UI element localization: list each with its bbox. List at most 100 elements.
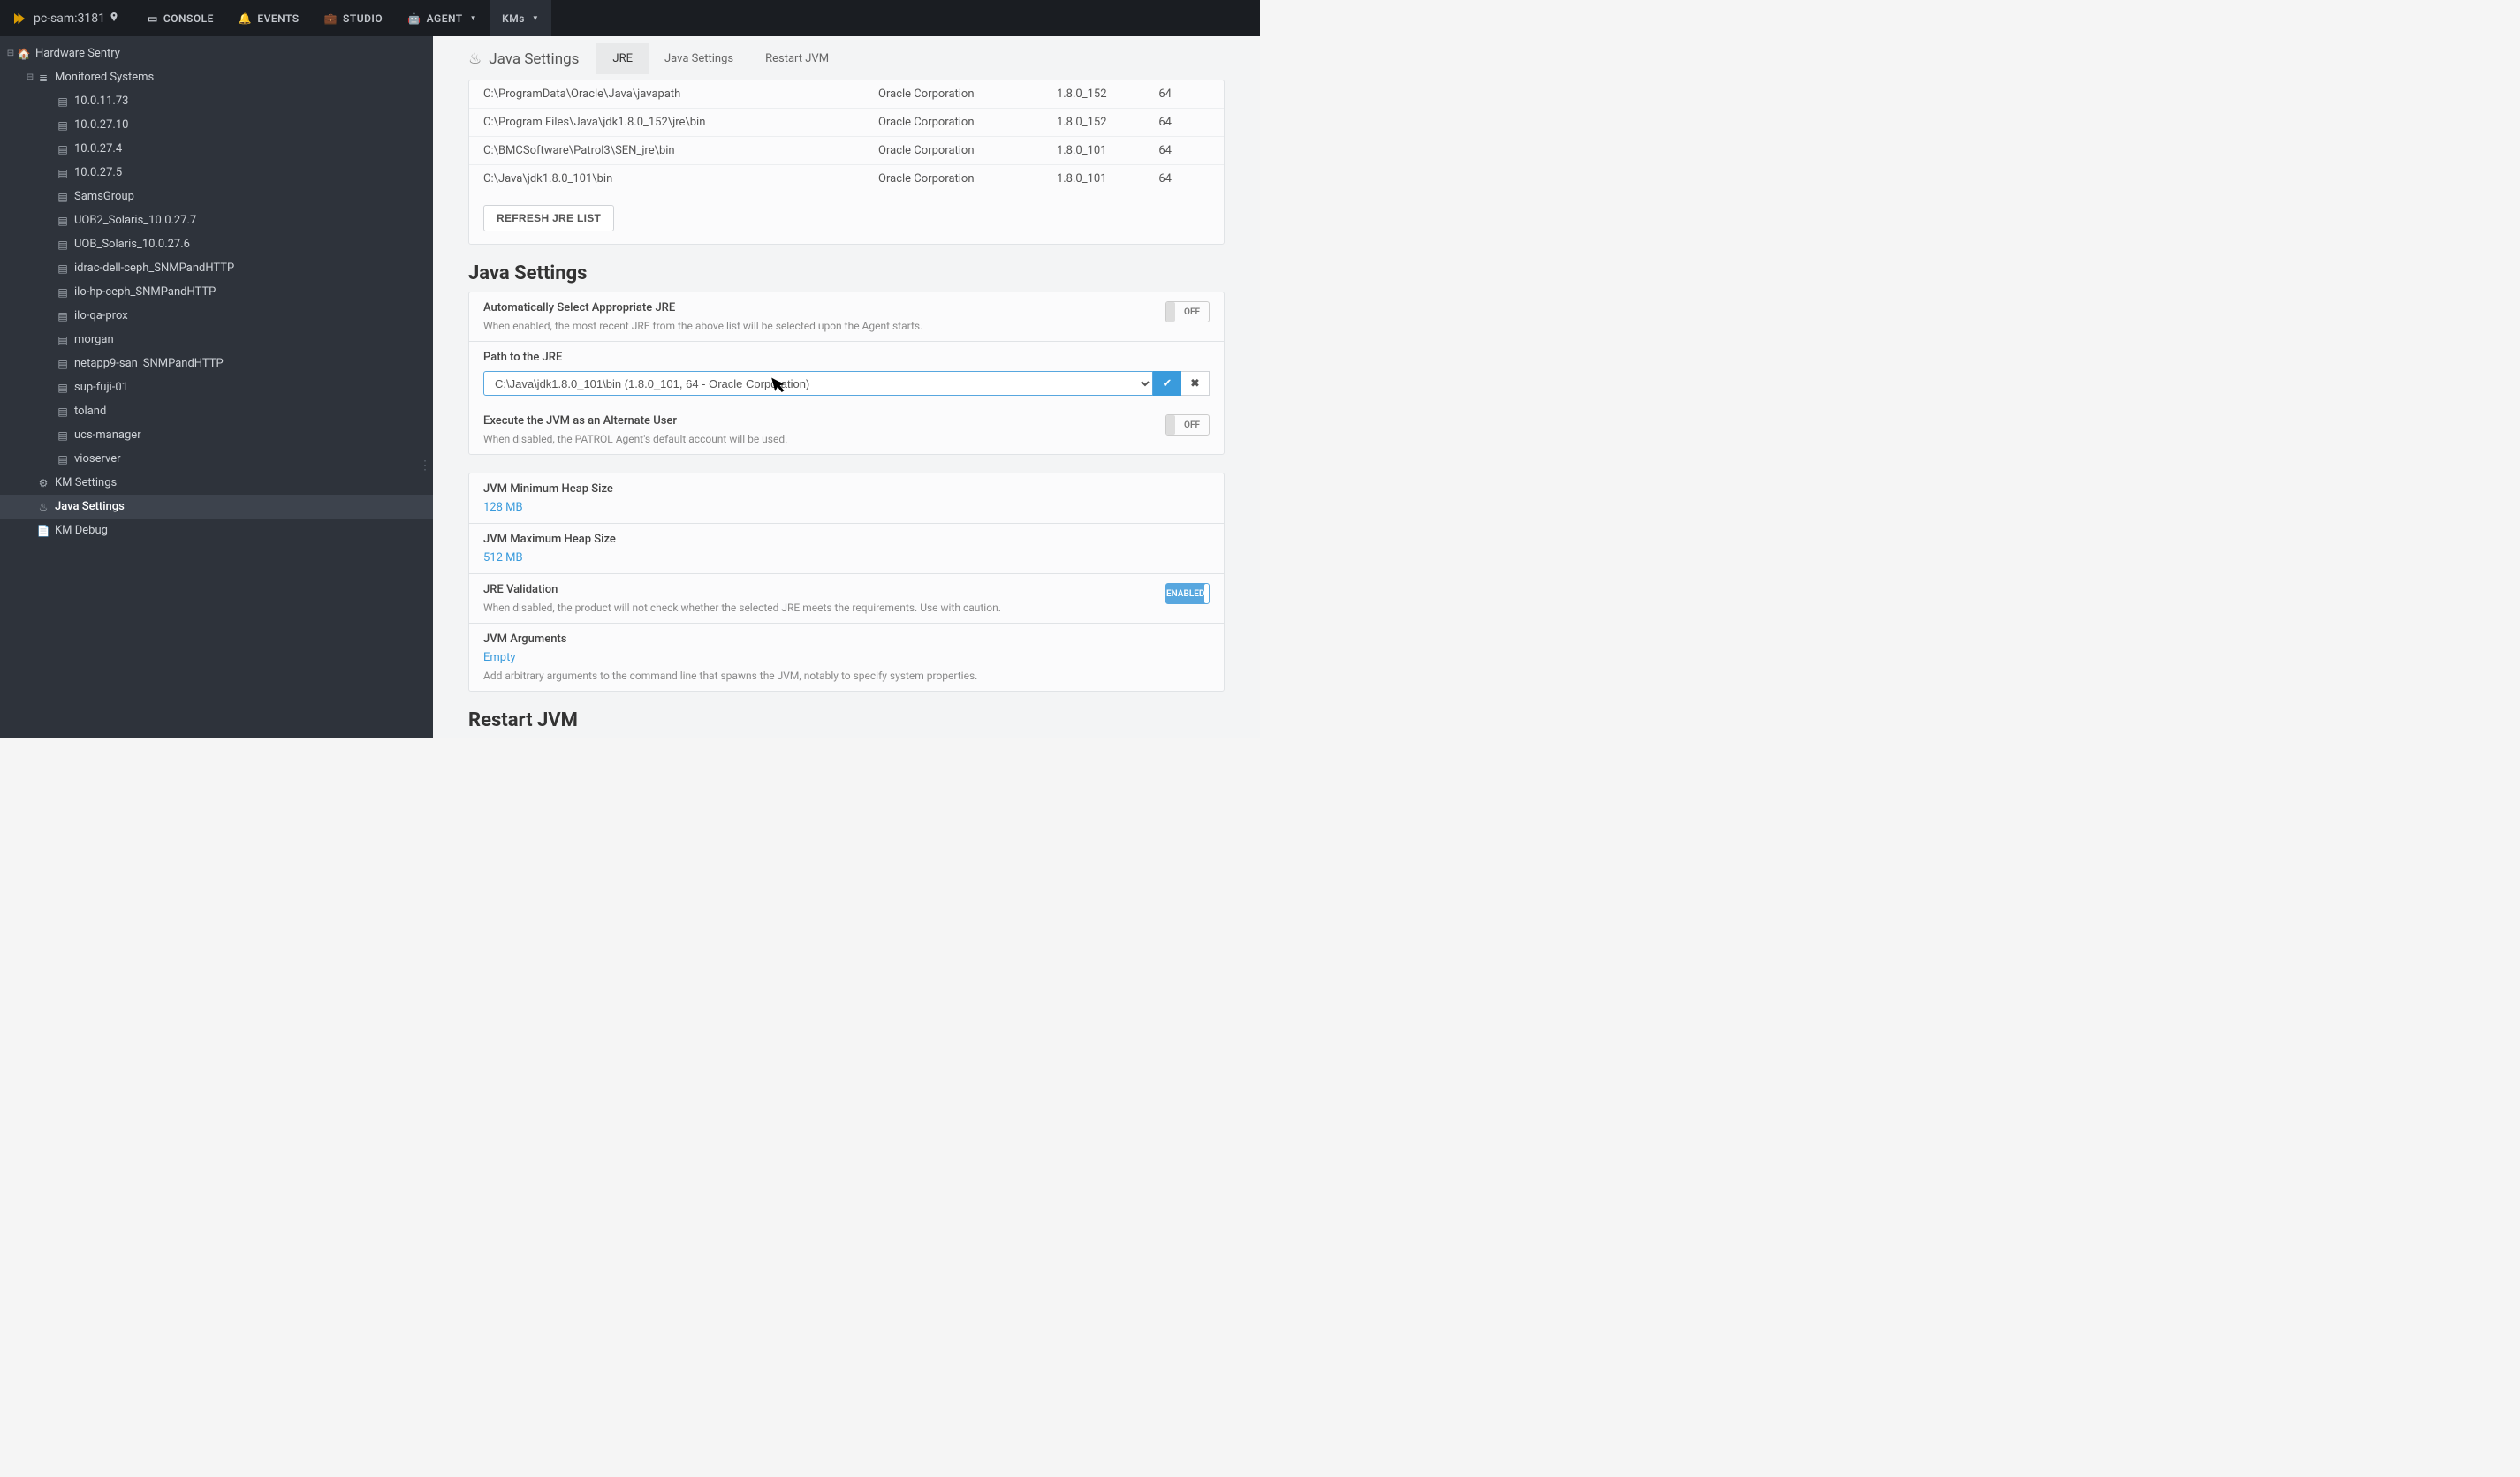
tree-system-item[interactable]: ▤morgan [0, 328, 433, 352]
tree-label: morgan [71, 333, 114, 346]
toggle-knob [1204, 584, 1209, 603]
tree-label: netapp9-san_SNMPandHTTP [71, 357, 224, 370]
setting-help: Add arbitrary arguments to the command l… [483, 670, 1210, 682]
server-icon: ▤ [55, 358, 71, 370]
chevron-down-icon: ▼ [470, 14, 477, 22]
setting-value[interactable]: 128 MB [483, 501, 1210, 514]
table-row[interactable]: C:\Program Files\Java\jdk1.8.0_152\jre\b… [469, 109, 1224, 137]
close-icon: ✖ [1190, 377, 1200, 390]
tree-label: 10.0.27.5 [71, 166, 122, 179]
toggle-knob [1166, 415, 1175, 435]
home-icon: 🏠 [16, 48, 32, 60]
tree-km-settings[interactable]: ⚙ KM Settings [0, 471, 433, 495]
setting-help: When disabled, the PATROL Agent's defaul… [483, 433, 1210, 445]
java-icon: ♨ [35, 501, 51, 513]
tree-system-item[interactable]: ▤ilo-hp-ceph_SNMPandHTTP [0, 280, 433, 304]
toggle-auto-select[interactable]: OFF [1165, 301, 1210, 322]
tree-system-item[interactable]: ▤sup-fuji-01 [0, 375, 433, 399]
tree-label: UOB2_Solaris_10.0.27.7 [71, 214, 196, 227]
main-content: ♨ Java Settings JRE Java Settings Restar… [433, 36, 1260, 738]
bell-icon: 🔔 [239, 12, 252, 25]
jre-path-select[interactable]: C:\Java\jdk1.8.0_101\bin (1.8.0_101, 64 … [483, 371, 1153, 396]
tree-system-item[interactable]: ▤10.0.27.10 [0, 113, 433, 137]
cell-vendor: Oracle Corporation [878, 116, 1057, 129]
cell-vendor: Oracle Corporation [878, 87, 1057, 101]
setting-jre-path: Path to the JRE C:\Java\jdk1.8.0_101\bin… [468, 341, 1225, 405]
cell-vendor: Oracle Corporation [878, 172, 1057, 186]
subtab-restart[interactable]: Restart JVM [749, 43, 845, 74]
setting-jvm-args: JVM Arguments Empty Add arbitrary argume… [468, 623, 1225, 692]
topbar: pc-sam:3181 ▭ CONSOLE 🔔 EVENTS 💼 STUDIO … [0, 0, 1260, 36]
setting-value[interactable]: 512 MB [483, 551, 1210, 564]
subtab-javasettings[interactable]: Java Settings [649, 43, 749, 74]
table-row[interactable]: C:\BMCSoftware\Patrol3\SEN_jre\binOracle… [469, 137, 1224, 165]
subtabs: ♨ Java Settings JRE Java Settings Restar… [468, 36, 1225, 74]
setting-auto-select: Automatically Select Appropriate JRE Whe… [468, 292, 1225, 341]
jre-list-card: C:\ProgramData\Oracle\Java\javapathOracl… [468, 80, 1225, 245]
chevron-down-icon: ▼ [532, 14, 539, 22]
tree-system-item[interactable]: ▤UOB_Solaris_10.0.27.6 [0, 232, 433, 256]
nav-console[interactable]: ▭ CONSOLE [135, 0, 226, 36]
tree-system-item[interactable]: ▤10.0.11.73 [0, 89, 433, 113]
page-title: ♨ Java Settings [468, 50, 579, 68]
server-icon: ▤ [55, 334, 71, 346]
gear-icon: ⚙ [35, 477, 51, 489]
host-label: pc-sam:3181 [34, 11, 119, 27]
setting-value[interactable]: Empty [483, 651, 1210, 664]
tree-system-item[interactable]: ▤netapp9-san_SNMPandHTTP [0, 352, 433, 375]
resize-handle-icon[interactable]: ⋮ [419, 464, 431, 467]
subtab-jre[interactable]: JRE [596, 43, 649, 74]
collapse-icon[interactable]: ⊟ [25, 72, 35, 82]
toggle-jre-validation[interactable]: ENABLED [1165, 583, 1210, 604]
refresh-jre-button[interactable]: REFRESH JRE LIST [483, 205, 614, 231]
tree-system-item[interactable]: ▤10.0.27.5 [0, 161, 433, 185]
cell-arch: 64 [1158, 172, 1210, 186]
check-icon: ✔ [1163, 377, 1173, 390]
tree-system-item[interactable]: ▤UOB2_Solaris_10.0.27.7 [0, 208, 433, 232]
table-row[interactable]: C:\ProgramData\Oracle\Java\javapathOracl… [469, 80, 1224, 109]
nav-kms[interactable]: KMs ▼ [490, 0, 551, 36]
tree-system-item[interactable]: ▤ilo-qa-prox [0, 304, 433, 328]
tree-root[interactable]: ⊟ 🏠 Hardware Sentry [0, 42, 433, 65]
console-icon: ▭ [148, 12, 158, 25]
table-row[interactable]: C:\Java\jdk1.8.0_101\binOracle Corporati… [469, 165, 1224, 193]
cell-arch: 64 [1158, 144, 1210, 157]
tree-label: 10.0.27.4 [71, 142, 122, 155]
tree-label: SamsGroup [71, 190, 134, 203]
tree-system-item[interactable]: ▤10.0.27.4 [0, 137, 433, 161]
confirm-button[interactable]: ✔ [1153, 371, 1181, 396]
setting-title: JRE Validation [483, 583, 1210, 596]
tree-system-item[interactable]: ▤SamsGroup [0, 185, 433, 208]
tree-system-item[interactable]: ▤idrac-dell-ceph_SNMPandHTTP [0, 256, 433, 280]
collapse-icon[interactable]: ⊟ [5, 49, 16, 58]
server-icon: ▤ [55, 262, 71, 275]
nav-studio[interactable]: 💼 STUDIO [312, 0, 396, 36]
tree-label: ilo-qa-prox [71, 309, 128, 322]
toggle-alt-user[interactable]: OFF [1165, 414, 1210, 436]
tree-system-item[interactable]: ▤ucs-manager [0, 423, 433, 447]
cell-path: C:\Program Files\Java\jdk1.8.0_152\jre\b… [483, 116, 878, 129]
tree-label: 10.0.11.73 [71, 95, 128, 108]
cell-path: C:\Java\jdk1.8.0_101\bin [483, 172, 878, 186]
cell-version: 1.8.0_101 [1057, 144, 1158, 157]
server-icon: ▤ [55, 239, 71, 251]
tree-system-item[interactable]: ▤vioserver [0, 447, 433, 471]
setting-max-heap: JVM Maximum Heap Size 512 MB [468, 523, 1225, 573]
tree-java-settings[interactable]: ♨ Java Settings [0, 495, 433, 519]
setting-help: When disabled, the product will not chec… [483, 602, 1210, 614]
setting-alt-user: Execute the JVM as an Alternate User Whe… [468, 405, 1225, 455]
tree-label: ucs-manager [71, 428, 141, 442]
setting-title: JVM Minimum Heap Size [483, 482, 1210, 496]
server-icon: ▤ [55, 405, 71, 418]
cancel-button[interactable]: ✖ [1181, 371, 1210, 396]
tree-label: toland [71, 405, 106, 418]
cell-version: 1.8.0_152 [1057, 87, 1158, 101]
sidebar: ⊟ 🏠 Hardware Sentry ⊟ ≣ Monitored System… [0, 36, 433, 738]
tree-monitored[interactable]: ⊟ ≣ Monitored Systems [0, 65, 433, 89]
server-icon: ▤ [55, 143, 71, 155]
setting-title: Path to the JRE [483, 351, 1210, 364]
nav-events[interactable]: 🔔 EVENTS [226, 0, 312, 36]
tree-system-item[interactable]: ▤toland [0, 399, 433, 423]
nav-agent[interactable]: 🤖 AGENT ▼ [395, 0, 490, 36]
tree-km-debug[interactable]: 📄 KM Debug [0, 519, 433, 542]
